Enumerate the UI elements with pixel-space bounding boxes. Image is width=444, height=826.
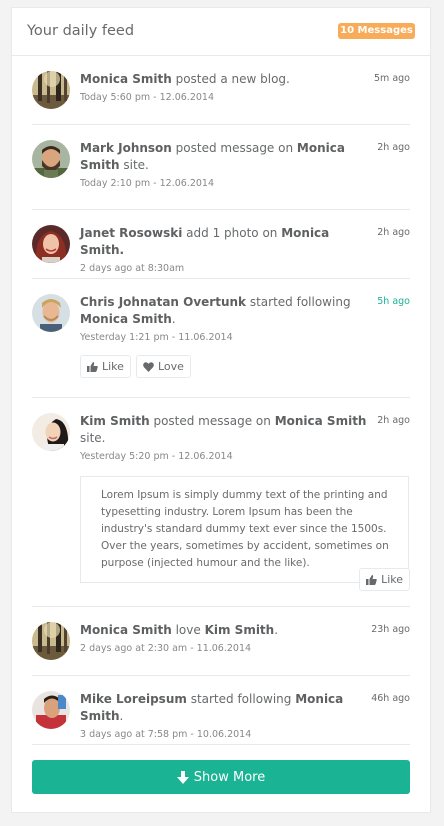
love-button[interactable]: Love — [135, 355, 191, 378]
relative-time: 2h ago — [377, 227, 410, 238]
relative-time: 23h ago — [371, 624, 410, 635]
actor-link[interactable]: Mike Loreipsum — [80, 692, 187, 706]
target-link[interactable]: Monica Smith — [275, 414, 367, 428]
panel-title: Your daily feed — [27, 23, 135, 39]
suffix-text: . — [119, 709, 124, 723]
actor-link[interactable]: Kim Smith — [80, 414, 150, 428]
relative-time: 2h ago — [377, 142, 410, 153]
feed-item-body: Kim Smith posted message on Monica Smith… — [80, 413, 409, 583]
avatar[interactable] — [32, 225, 70, 263]
actor-link[interactable]: Chris Johnatan Overtunk — [80, 295, 246, 309]
reaction-buttons: Like Love — [80, 355, 370, 378]
like-label: Like — [102, 360, 124, 373]
action-text: posted message on — [149, 414, 275, 428]
feed-timestamp: Today 5:60 pm - 12.06.2014 — [80, 92, 214, 103]
action-text: started following — [186, 692, 296, 706]
feed-item-body: Monica Smith love Kim Smith. 2 days ago … — [80, 622, 370, 654]
message-quote: Lorem Ipsum is simply dummy text of the … — [80, 476, 409, 583]
daily-feed-panel: Your daily feed 10 Messages Monica Smith… — [11, 7, 431, 813]
actor-link[interactable]: Mark Johnson — [80, 141, 172, 155]
like-button[interactable]: Like — [359, 568, 410, 591]
avatar[interactable] — [32, 140, 70, 178]
divider — [32, 744, 410, 745]
avatar[interactable] — [32, 622, 70, 660]
feed-item: Mark Johnson posted message on Monica Sm… — [32, 140, 410, 196]
avatar[interactable] — [32, 413, 70, 451]
suffix-text: . — [171, 312, 176, 326]
feed-item-body: Mark Johnson posted message on Monica Sm… — [80, 140, 370, 189]
divider — [32, 606, 410, 607]
divider — [32, 124, 410, 125]
avatar[interactable] — [32, 691, 70, 729]
feed-item: Janet Rosowski add 1 photo on Monica Smi… — [32, 225, 410, 274]
action-text: posted a new blog. — [171, 72, 290, 86]
heart-icon — [143, 361, 154, 372]
relative-time: 2h ago — [377, 415, 410, 426]
show-more-label: Show More — [193, 769, 266, 785]
thumbs-up-icon — [87, 361, 98, 372]
avatar[interactable] — [32, 71, 70, 109]
panel-header: Your daily feed 10 Messages — [12, 8, 430, 56]
messages-badge: 10 Messages — [338, 23, 415, 39]
target-link[interactable]: Monica Smith — [80, 312, 172, 326]
arrow-down-icon — [176, 770, 189, 784]
divider — [32, 209, 410, 210]
feed-message: Monica Smith posted a new blog. — [80, 71, 370, 88]
actor-link[interactable]: Janet Rosowski — [80, 226, 182, 240]
divider — [32, 397, 410, 398]
feed-timestamp: 3 days ago at 7:58 pm - 10.06.2014 — [80, 729, 252, 740]
relative-time: 46h ago — [371, 693, 410, 704]
like-button[interactable]: Like — [80, 355, 131, 378]
feed-item: Monica Smith love Kim Smith. 2 days ago … — [32, 622, 410, 662]
feed-timestamp: Yesterday 1:21 pm - 11.06.2014 — [80, 332, 233, 343]
avatar[interactable] — [32, 294, 70, 332]
actor-link[interactable]: Monica Smith — [80, 623, 172, 637]
suffix-text: site. — [119, 158, 149, 172]
feed-item-body: Mike Loreipsum started following Monica … — [80, 691, 370, 740]
divider — [32, 675, 410, 676]
feed-timestamp: Today 2:10 pm - 12.06.2014 — [80, 178, 214, 189]
feed-timestamp: 2 days ago at 2:30 am - 11.06.2014 — [80, 643, 252, 654]
action-text: love — [171, 623, 205, 637]
feed-message: Monica Smith love Kim Smith. — [80, 622, 370, 639]
like-label: Like — [381, 573, 403, 586]
feed-message: Kim Smith posted message on Monica Smith… — [80, 413, 370, 447]
feed-message: Mike Loreipsum started following Monica … — [80, 691, 370, 725]
action-text: posted message on — [171, 141, 297, 155]
feed-timestamp: 2 days ago at 8:30am — [80, 263, 185, 274]
feed-item-body: Chris Johnatan Overtunk started followin… — [80, 294, 370, 378]
thumbs-up-icon — [366, 574, 377, 585]
feed-item: Monica Smith posted a new blog. Today 5:… — [32, 71, 410, 111]
show-more-button[interactable]: Show More — [32, 760, 410, 794]
feed-item: Mike Loreipsum started following Monica … — [32, 691, 410, 740]
feed-item: Chris Johnatan Overtunk started followin… — [32, 294, 410, 386]
feed-item-body: Monica Smith posted a new blog. Today 5:… — [80, 71, 370, 103]
divider — [32, 278, 410, 279]
relative-time: 5m ago — [374, 73, 410, 84]
feed-message: Mark Johnson posted message on Monica Sm… — [80, 140, 370, 174]
actor-link[interactable]: Monica Smith — [80, 72, 172, 86]
feed-message: Chris Johnatan Overtunk started followin… — [80, 294, 370, 328]
feed-item-body: Janet Rosowski add 1 photo on Monica Smi… — [80, 225, 370, 274]
feed-item: Kim Smith posted message on Monica Smith… — [32, 413, 410, 598]
suffix-text: site. — [80, 431, 106, 445]
suffix-text: . — [274, 623, 279, 637]
feed-timestamp: Yesterday 5:20 pm - 12.06.2014 — [80, 451, 233, 462]
love-label: Love — [157, 360, 184, 373]
target-link[interactable]: Kim Smith — [205, 623, 275, 637]
relative-time: 5h ago — [377, 296, 410, 307]
action-text: started following — [246, 295, 351, 309]
action-text: add 1 photo on — [182, 226, 282, 240]
feed-message: Janet Rosowski add 1 photo on Monica Smi… — [80, 225, 370, 259]
